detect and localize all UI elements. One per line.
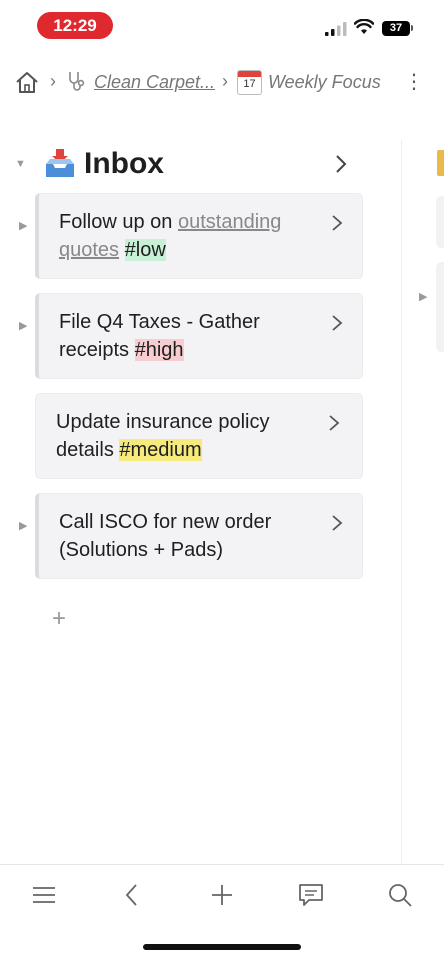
add-icon[interactable] — [208, 881, 236, 909]
task-text: File Q4 Taxes - Gather receipts #high — [59, 311, 260, 361]
search-icon[interactable] — [386, 881, 414, 909]
stethoscope-icon — [69, 72, 85, 91]
chevron-right-icon[interactable] — [331, 314, 343, 332]
task-card[interactable]: File Q4 Taxes - Gather receipts #high — [35, 293, 363, 379]
calendar-icon: 17 — [237, 70, 262, 95]
add-item-button[interactable]: + — [52, 607, 66, 631]
chevron-right-icon: › — [222, 71, 228, 91]
task-text: Update insurance policy details #medium — [56, 411, 270, 461]
expand-triangle-icon[interactable]: ▶ — [419, 290, 427, 303]
collapse-triangle-icon[interactable]: ▼ — [15, 158, 26, 170]
section-title: Inbox — [84, 147, 164, 180]
breadcrumb-item-weekly-focus[interactable]: Weekly Focus — [268, 72, 381, 93]
home-indicator[interactable] — [143, 944, 301, 950]
column-divider — [401, 140, 402, 864]
battery-icon: 37 — [382, 21, 410, 36]
next-column-card[interactable] — [436, 262, 444, 352]
expand-triangle-icon[interactable]: ▶ — [19, 219, 27, 232]
back-icon[interactable] — [118, 881, 146, 909]
inbox-section-header: ▼ Inbox — [0, 144, 400, 188]
task-text: Call ISCO for new order (Solutions + Pad… — [59, 511, 272, 561]
breadcrumb: › Clean Carpet... › 17 Weekly Focus ⋮ — [0, 62, 444, 102]
cellular-signal-icon — [325, 22, 347, 36]
task-text: Follow up on outstanding quotes #low — [59, 211, 282, 261]
chevron-right-icon[interactable] — [334, 154, 348, 174]
status-bar: 12:29 37 — [0, 0, 444, 50]
expand-triangle-icon[interactable]: ▶ — [19, 319, 27, 332]
menu-icon[interactable] — [30, 881, 58, 909]
expand-triangle-icon[interactable]: ▶ — [19, 519, 27, 532]
breadcrumb-item-clean-carpet[interactable]: Clean Carpet... — [94, 72, 215, 93]
task-card[interactable]: Call ISCO for new order (Solutions + Pad… — [35, 493, 363, 579]
task-card[interactable]: Follow up on outstanding quotes #low — [35, 193, 363, 279]
status-time: 12:29 — [37, 12, 113, 39]
comment-icon[interactable] — [297, 881, 325, 909]
task-card[interactable]: Update insurance policy details #medium — [35, 393, 363, 479]
next-column-icon — [437, 150, 444, 176]
tag-high[interactable]: #high — [134, 339, 184, 361]
chevron-right-icon[interactable] — [328, 414, 340, 432]
bottom-toolbar — [0, 864, 444, 925]
battery-tip — [411, 25, 413, 31]
home-icon[interactable] — [14, 70, 40, 96]
chevron-right-icon: › — [50, 71, 56, 91]
more-options-icon[interactable]: ⋮ — [404, 68, 424, 96]
calendar-day: 17 — [243, 78, 256, 90]
chevron-right-icon[interactable] — [331, 514, 343, 532]
next-column-card[interactable] — [436, 196, 444, 248]
inbox-tray-icon — [46, 149, 74, 177]
tag-low[interactable]: #low — [124, 239, 166, 261]
tag-medium[interactable]: #medium — [119, 439, 202, 461]
chevron-right-icon[interactable] — [331, 214, 343, 232]
wifi-icon — [354, 19, 374, 34]
